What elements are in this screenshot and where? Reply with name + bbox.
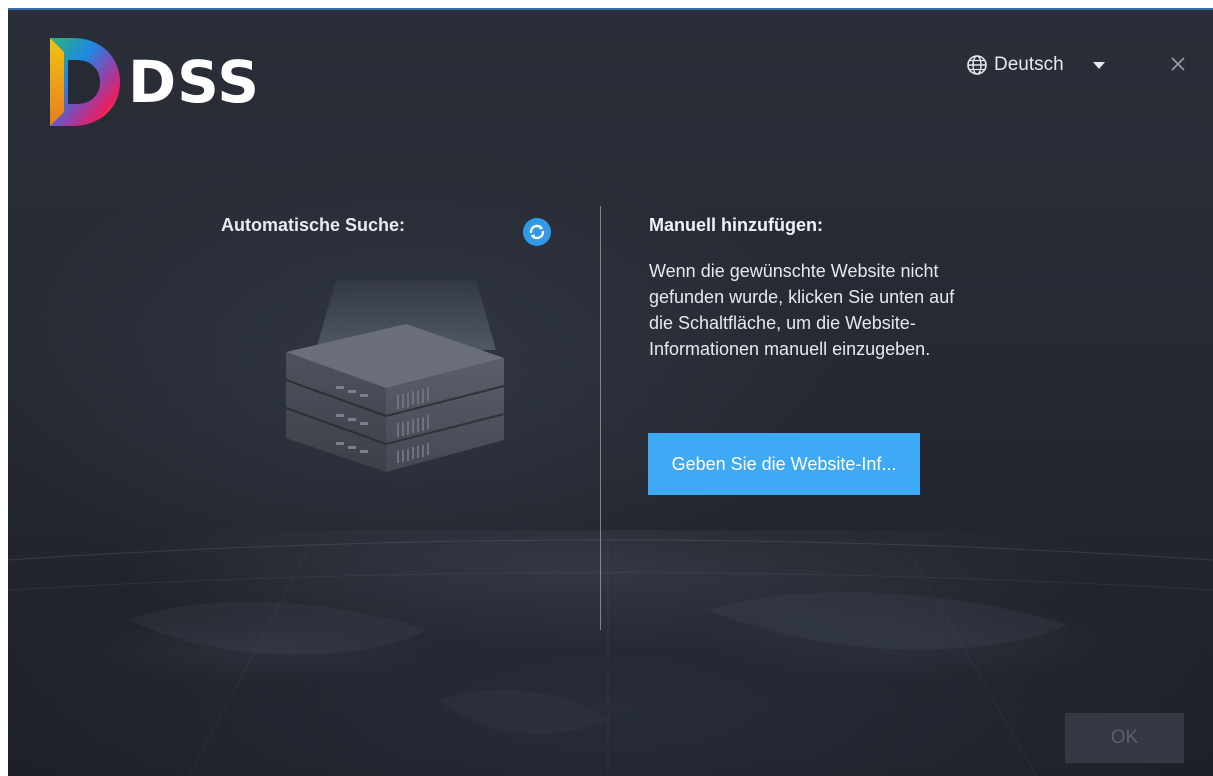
enter-website-info-button[interactable]: Geben Sie die Website-Inf... xyxy=(648,433,920,495)
dss-logo-icon xyxy=(50,38,120,126)
section-divider xyxy=(600,206,601,630)
close-icon[interactable] xyxy=(1166,52,1190,76)
auto-search-label: Automatische Suche: xyxy=(221,215,406,235)
refresh-icon[interactable] xyxy=(522,217,552,247)
language-selector[interactable]: Deutsch xyxy=(966,54,1106,76)
manual-add-title: Manuell hinzufügen: xyxy=(649,215,823,235)
globe-icon xyxy=(967,55,987,75)
brand-name: DSS xyxy=(128,48,261,116)
manual-add-description: Wenn die gewünschte Website nicht gefund… xyxy=(649,261,955,359)
dss-login-window: DSS Deutsch Automatische Suche: Manuell … xyxy=(8,8,1213,776)
app-logo: DSS xyxy=(42,36,260,128)
chevron-down-icon xyxy=(1092,62,1105,69)
ok-button[interactable]: OK xyxy=(1065,713,1184,763)
language-label: Deutsch xyxy=(994,54,1064,75)
world-map-graphic xyxy=(8,539,1213,776)
server-icon xyxy=(285,280,505,472)
